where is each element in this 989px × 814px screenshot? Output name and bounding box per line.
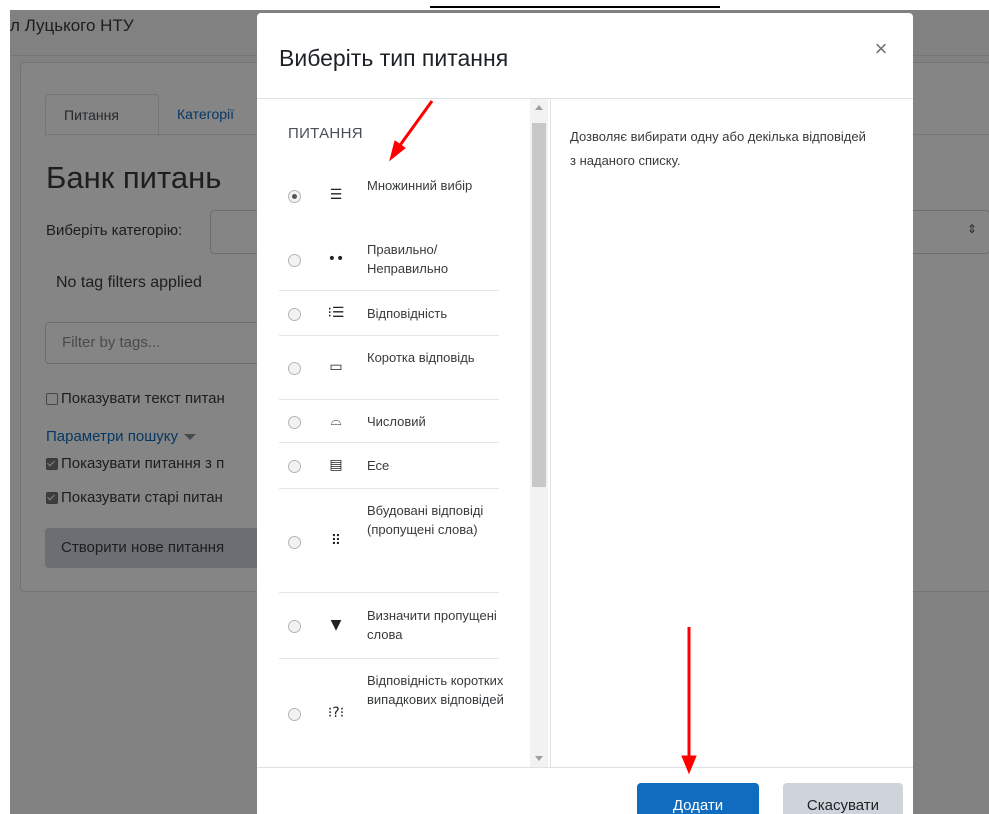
annotation-arrows: [389, 100, 697, 775]
arrow-to-add-button: [681, 627, 697, 775]
arrow-to-multichoice: [389, 100, 434, 162]
